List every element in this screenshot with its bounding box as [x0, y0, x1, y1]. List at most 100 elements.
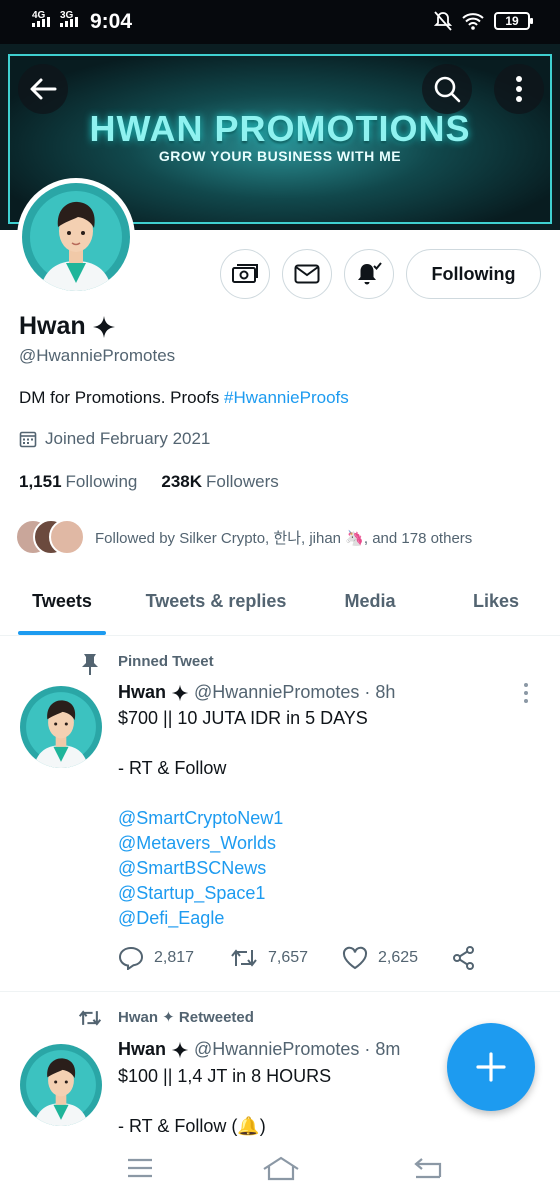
- share-icon: [453, 946, 474, 970]
- clock: 9:04: [90, 10, 133, 33]
- tab-tweets-replies[interactable]: Tweets & replies: [124, 568, 308, 635]
- followers-count: 238K: [161, 472, 202, 491]
- profile-tabs: Tweets Tweets & replies Media Likes: [0, 568, 560, 636]
- following-label: Following: [65, 472, 138, 491]
- tweet-line: $700 || 10 JUTA IDR in 5 DAYS: [118, 708, 368, 728]
- status-bar: 4G 3G 9:04 19: [0, 0, 560, 44]
- followers-label: Followers: [206, 472, 279, 491]
- mute-bell-icon: [434, 11, 452, 31]
- mention-link[interactable]: @Startup_Space1: [118, 881, 368, 906]
- tweet-line: [118, 1089, 331, 1114]
- tab-tweets[interactable]: Tweets: [0, 568, 124, 635]
- search-button[interactable]: [422, 64, 472, 114]
- retweet-count: 7,657: [268, 949, 309, 966]
- profile-handle: @HwanniePromotes: [19, 346, 176, 365]
- envelope-icon: [294, 264, 320, 284]
- joined-date: Joined February 2021: [19, 429, 210, 449]
- share-button[interactable]: [452, 946, 476, 970]
- mention-link[interactable]: @Defi_Eagle: [118, 906, 368, 931]
- joined-text: Joined February 2021: [45, 429, 211, 448]
- retweeted-label: Hwan ✦ Retweeted: [118, 1009, 254, 1026]
- plus-icon: [476, 1052, 506, 1082]
- tip-button[interactable]: [220, 249, 270, 299]
- search-icon: [434, 76, 461, 103]
- more-options-button[interactable]: [494, 64, 544, 114]
- follower-avatar: [49, 519, 85, 555]
- sparkle-icon: [171, 684, 189, 701]
- reply-count: 2,817: [154, 949, 195, 966]
- pinned-label: Pinned Tweet: [118, 653, 214, 670]
- retweet-icon: [231, 949, 257, 967]
- active-tab-indicator: [18, 631, 106, 635]
- battery-indicator: 19: [494, 12, 533, 30]
- tweet-time: · 8m: [364, 1039, 401, 1059]
- retweet-icon: [78, 1010, 102, 1026]
- followed-by[interactable]: Followed by Silker Crypto, 한나, jihan 🦄, …: [15, 519, 472, 555]
- tab-label: Tweets: [32, 591, 92, 611]
- back-arrow-icon: [30, 78, 57, 100]
- pin-icon: [82, 654, 98, 675]
- followed-by-text: Followed by Silker Crypto, 한나, jihan 🦄, …: [95, 529, 473, 547]
- tweet-line: [118, 731, 368, 756]
- tweet-author-handle: @HwanniePromotes: [194, 1039, 360, 1059]
- calendar-icon: [19, 431, 37, 448]
- tweet[interactable]: Pinned Tweet Hwan @HwanniePromotes · 8h …: [0, 640, 560, 990]
- reply-button[interactable]: 2,817: [118, 946, 230, 970]
- system-nav-bar: [0, 1142, 560, 1200]
- retweet-button[interactable]: 7,657: [230, 947, 342, 969]
- banner-subtitle: GROW YOUR BUSINESS WITH ME: [158, 148, 402, 164]
- tweet-text: $100 || 1,4 JT in 8 HOURS - RT & Follow …: [118, 1064, 331, 1139]
- tweet-actions: 2,817 7,657 2,625: [118, 946, 476, 970]
- back-nav-icon[interactable]: [412, 1156, 442, 1180]
- tab-likes[interactable]: Likes: [432, 568, 560, 635]
- tweet-avatar[interactable]: [20, 686, 102, 768]
- compose-tweet-button[interactable]: [447, 1023, 535, 1111]
- avatar-image: [20, 1044, 102, 1126]
- bio-text: DM for Promotions. Proofs: [19, 388, 225, 407]
- followed-by-avatars: [15, 519, 87, 555]
- home-icon[interactable]: [262, 1156, 300, 1182]
- follow-stats: 1,151 Following 238K Followers: [19, 472, 279, 492]
- sparkle-icon: [171, 1041, 189, 1058]
- tab-label: Media: [344, 591, 396, 611]
- followers-stat[interactable]: 238K Followers: [161, 472, 278, 492]
- notifications-button[interactable]: [344, 249, 394, 299]
- profile-bio: DM for Promotions. Proofs #HwannieProofs: [19, 388, 349, 408]
- tab-label: Tweets & replies: [145, 591, 287, 611]
- mention-link[interactable]: @Metavers_Worlds: [118, 831, 368, 856]
- like-button[interactable]: 2,625: [342, 946, 452, 970]
- more-vertical-icon: [516, 76, 522, 102]
- tweet-avatar[interactable]: [20, 1044, 102, 1126]
- bell-check-icon: [358, 262, 382, 285]
- profile-avatar[interactable]: [17, 178, 135, 296]
- following-count: 1,151: [19, 472, 62, 491]
- tweet-author-name[interactable]: Hwan: [118, 682, 166, 703]
- following-button[interactable]: Following: [406, 249, 541, 299]
- tweet-author-name[interactable]: Hwan: [118, 1039, 166, 1060]
- banner-title: HWAN PROMOTIONS: [89, 108, 471, 149]
- reply-icon: [118, 946, 144, 970]
- heart-icon: [342, 946, 368, 970]
- tweet-line: - RT & Follow: [118, 758, 227, 778]
- bio-hashtag-link[interactable]: #HwannieProofs: [224, 388, 349, 407]
- tab-media[interactable]: Media: [308, 568, 432, 635]
- tweet-author-handle: @HwanniePromotes: [194, 682, 360, 702]
- tweet-time: · 8h: [364, 682, 396, 702]
- mention-link[interactable]: @SmartCryptoNew1: [118, 806, 368, 831]
- message-button[interactable]: [282, 249, 332, 299]
- tweet-line: [118, 781, 368, 806]
- tab-label: Likes: [472, 591, 520, 611]
- tweet-header: Hwan @HwanniePromotes · 8h: [118, 682, 395, 703]
- following-stat[interactable]: 1,151 Following: [19, 472, 137, 492]
- menu-icon[interactable]: [126, 1156, 154, 1180]
- wifi-icon: [462, 13, 484, 30]
- back-button[interactable]: [18, 64, 68, 114]
- tweet-header: Hwan @HwanniePromotes · 8m: [118, 1039, 400, 1060]
- tweet-text: $700 || 10 JUTA IDR in 5 DAYS - RT & Fol…: [118, 706, 368, 931]
- like-count: 2,625: [378, 949, 419, 966]
- money-icon: [232, 264, 258, 283]
- tweet-more-icon[interactable]: [522, 682, 530, 704]
- avatar-image: [22, 183, 130, 291]
- mention-link[interactable]: @SmartBSCNews: [118, 856, 368, 881]
- sparkle-icon: [92, 315, 115, 338]
